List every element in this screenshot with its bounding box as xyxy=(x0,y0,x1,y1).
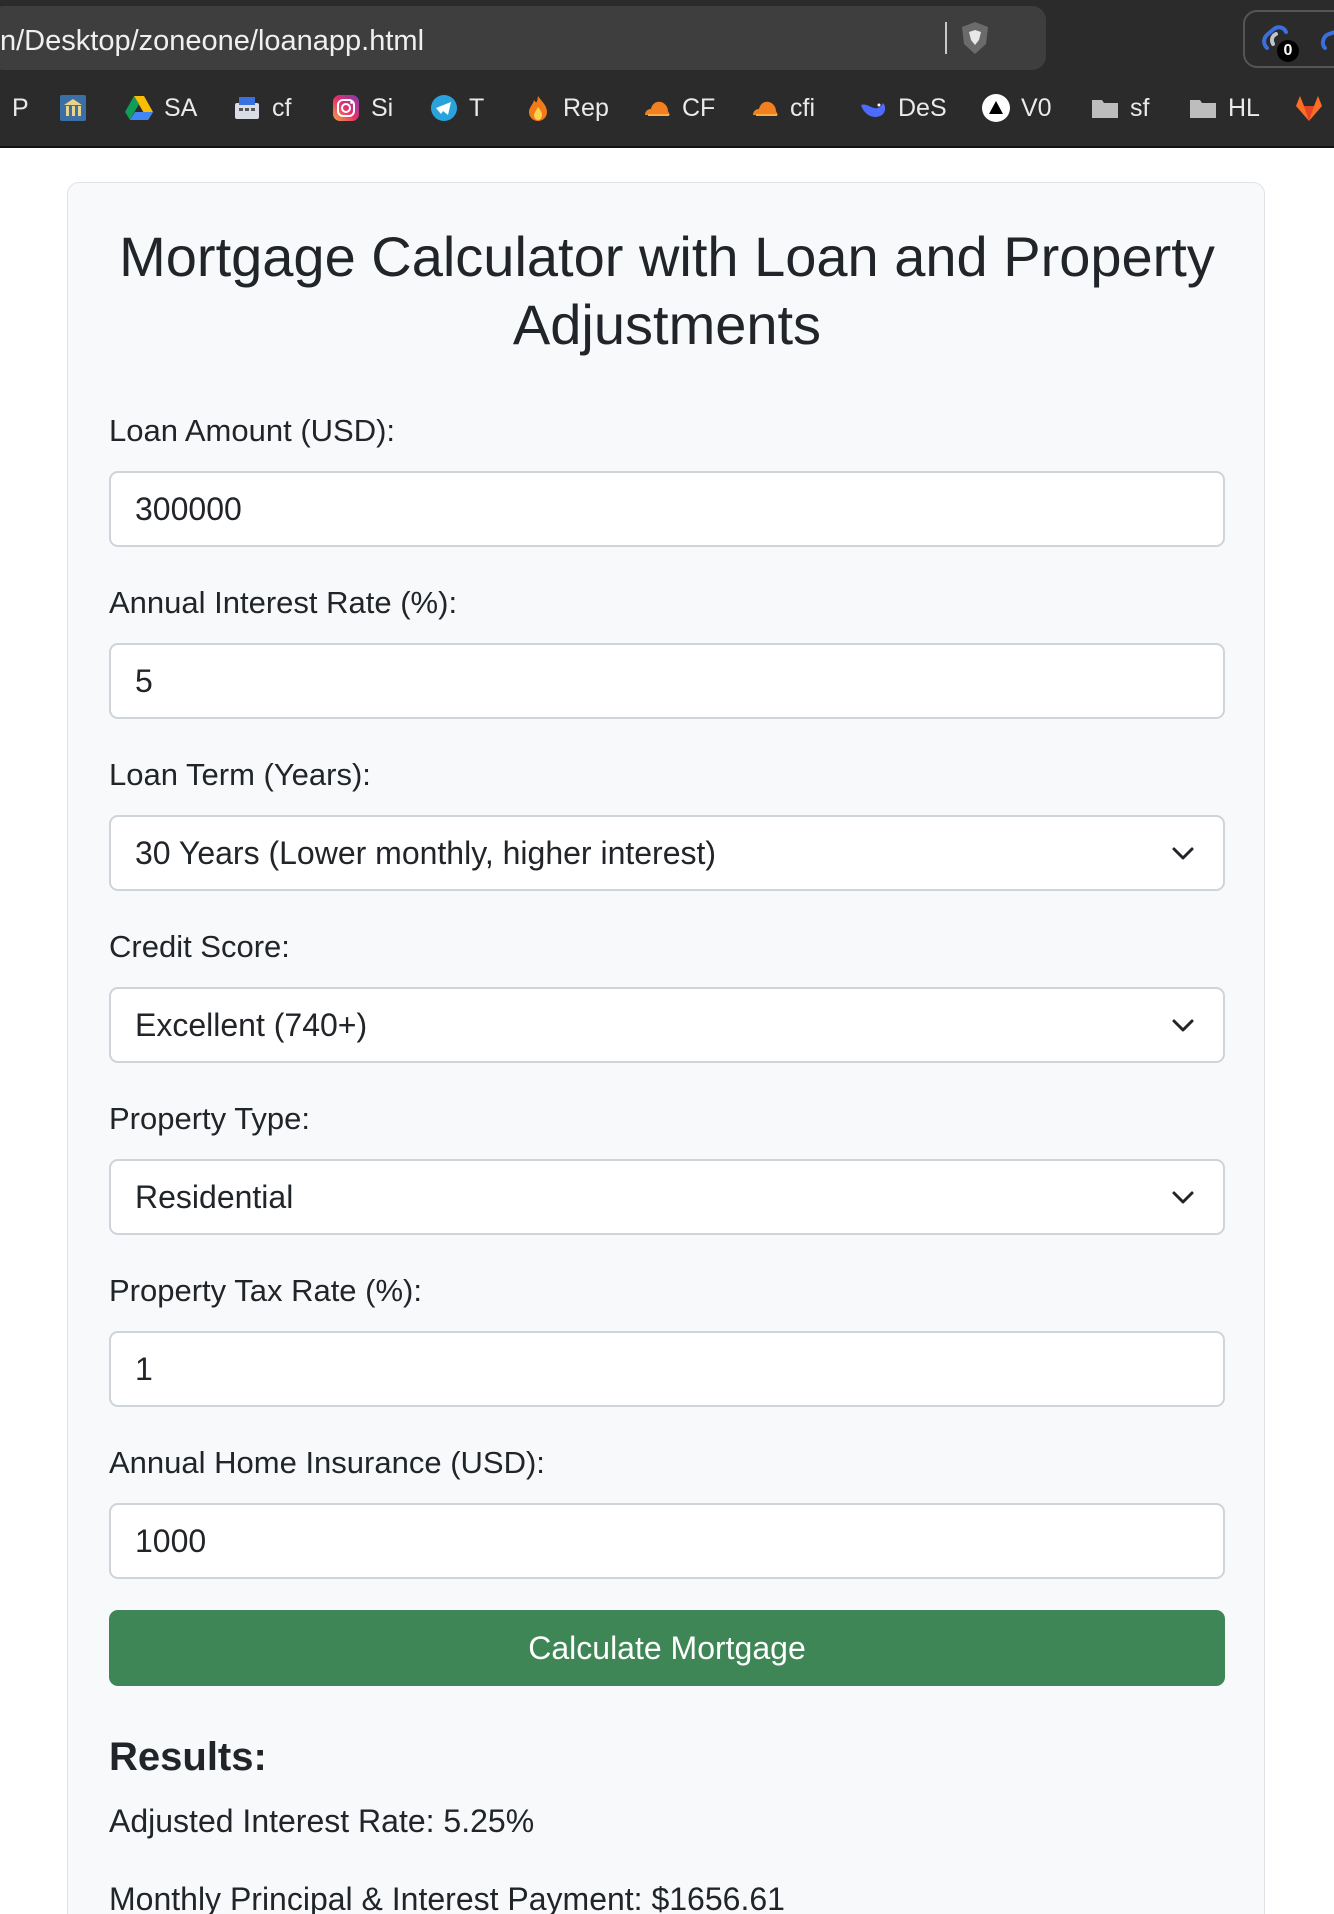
property-type-value: Residential xyxy=(135,1179,294,1215)
interest-rate-label: Annual Interest Rate (%): xyxy=(109,585,458,620)
bookmark-label: Si xyxy=(371,93,394,122)
building-icon xyxy=(60,95,86,121)
bookmark-p[interactable]: P xyxy=(12,86,29,130)
bookmark-label: cfi xyxy=(790,93,815,122)
bookmark-label: P xyxy=(12,93,29,122)
bookmark-v0[interactable]: V0 xyxy=(981,86,1052,130)
property-tax-value: 1 xyxy=(135,1351,153,1387)
bookmark-label: cf xyxy=(272,93,292,122)
credit-score-select[interactable]: Excellent (740+) xyxy=(109,987,1225,1063)
extension-area[interactable]: 0 xyxy=(1243,10,1334,68)
loan-amount-label: Loan Amount (USD): xyxy=(109,413,396,448)
bookmark-cf[interactable]: cf xyxy=(232,86,291,130)
browser-chrome: n/Desktop/zoneone/loanapp.html 0 P SA cf… xyxy=(0,0,1334,148)
bookmark-cf-upper[interactable]: CF xyxy=(642,86,715,130)
cash-register-icon xyxy=(235,97,259,119)
bookmark-building[interactable] xyxy=(58,86,88,130)
telegram-icon xyxy=(431,95,457,121)
cloudflare-icon xyxy=(753,101,778,116)
instagram-icon xyxy=(333,95,359,121)
folder-icon xyxy=(1190,100,1216,118)
deepseek-icon xyxy=(861,103,886,117)
loan-term-label: Loan Term (Years): xyxy=(109,757,371,792)
chrome-divider xyxy=(0,146,1334,148)
results-heading: Results: xyxy=(109,1735,267,1779)
interest-rate-value: 5 xyxy=(135,663,153,699)
bookmark-label: V0 xyxy=(1021,93,1052,122)
loan-amount-value: 300000 xyxy=(135,491,242,527)
bookmark-sf[interactable]: sf xyxy=(1090,86,1149,130)
adjusted-rate-result: Adjusted Interest Rate: 5.25% xyxy=(109,1803,535,1839)
bookmark-label: sf xyxy=(1130,93,1150,122)
cloudflare-icon xyxy=(645,101,670,116)
property-tax-label: Property Tax Rate (%): xyxy=(109,1273,422,1308)
bookmark-t[interactable]: T xyxy=(429,86,484,130)
bookmark-label: T xyxy=(469,93,485,122)
triangle-icon xyxy=(982,94,1010,122)
calculator-card: Mortgage Calculator with Loan and Proper… xyxy=(67,182,1265,1914)
bookmark-cfi[interactable]: cfi xyxy=(750,86,815,130)
bookmark-label: SA xyxy=(164,93,198,122)
address-bar-url[interactable]: n/Desktop/zoneone/loanapp.html xyxy=(0,25,424,58)
bookmark-label: HL xyxy=(1228,93,1260,122)
loan-term-value: 30 Years (Lower monthly, higher interest… xyxy=(135,835,717,871)
bookmark-des[interactable]: DeS xyxy=(858,86,947,130)
chevron-down-icon xyxy=(1172,847,1194,860)
brave-shield-icon[interactable] xyxy=(958,20,992,56)
bookmarks-bar: P SA cf Si T Rep CF cfi DeS V0 sf HL xyxy=(0,86,1334,130)
credit-score-value: Excellent (740+) xyxy=(135,1007,368,1043)
home-insurance-input[interactable]: 1000 xyxy=(109,1503,1225,1579)
home-insurance-label: Annual Home Insurance (USD): xyxy=(109,1445,545,1480)
bookmark-label: DeS xyxy=(898,93,947,122)
flame-icon xyxy=(529,96,547,121)
property-type-select[interactable]: Residential xyxy=(109,1159,1225,1235)
bookmark-gitlab[interactable] xyxy=(1294,86,1324,130)
home-insurance-value: 1000 xyxy=(135,1523,207,1559)
google-drive-icon xyxy=(125,96,153,120)
monthly-payment-result: Monthly Principal & Interest Payment: $1… xyxy=(109,1881,785,1914)
folder-icon xyxy=(1092,100,1118,118)
bookmark-si[interactable]: Si xyxy=(331,86,393,130)
bookmark-sa[interactable]: SA xyxy=(124,86,197,130)
gitlab-icon xyxy=(1296,96,1322,121)
property-type-label: Property Type: xyxy=(109,1101,311,1136)
interest-rate-input[interactable]: 5 xyxy=(109,643,1225,719)
credit-score-label: Credit Score: xyxy=(109,929,290,964)
chevron-down-icon xyxy=(1172,1019,1194,1032)
loan-term-select[interactable]: 30 Years (Lower monthly, higher interest… xyxy=(109,815,1225,891)
chevron-down-icon xyxy=(1172,1191,1194,1204)
bookmark-rep[interactable]: Rep xyxy=(523,86,609,130)
page-title: Mortgage Calculator with Loan and Proper… xyxy=(119,225,1215,356)
address-bar-divider xyxy=(945,22,947,54)
property-tax-input[interactable]: 1 xyxy=(109,1331,1225,1407)
bookmark-label: Rep xyxy=(563,93,609,122)
calculate-mortgage-button[interactable]: Calculate Mortgage xyxy=(109,1610,1225,1686)
bookmark-hl[interactable]: HL xyxy=(1188,86,1260,130)
loan-amount-input[interactable]: 300000 xyxy=(109,471,1225,547)
address-bar[interactable]: n/Desktop/zoneone/loanapp.html xyxy=(0,6,1046,70)
bookmark-label: CF xyxy=(682,93,716,122)
extension-badge: 0 xyxy=(1277,40,1299,62)
link-icon[interactable] xyxy=(1315,26,1334,62)
